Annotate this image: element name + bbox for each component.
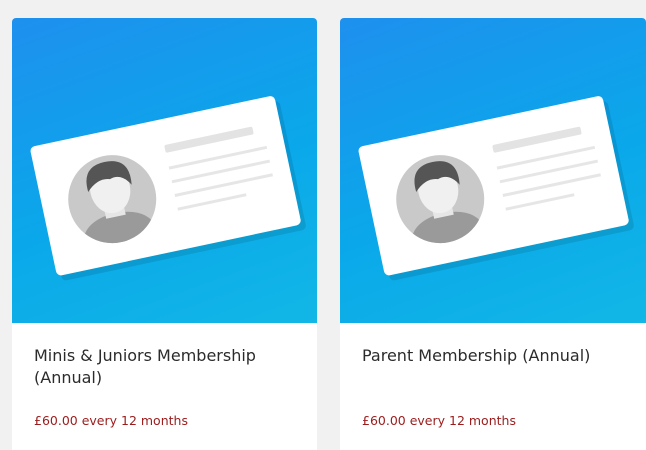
product-card-parent[interactable]: Parent Membership (Annual) £60.00 every … (340, 18, 646, 450)
membership-card-illustration (30, 96, 306, 281)
membership-card-illustration (358, 96, 634, 281)
product-image[interactable] (12, 18, 317, 323)
product-title[interactable]: Minis & Juniors Membership (Annual) (34, 345, 304, 389)
product-price: £60.00 every 12 months (362, 413, 516, 428)
product-title[interactable]: Parent Membership (Annual) (362, 345, 632, 367)
product-card-minis-juniors[interactable]: Minis & Juniors Membership (Annual) £60.… (12, 18, 317, 450)
product-price: £60.00 every 12 months (34, 413, 188, 428)
product-image[interactable] (340, 18, 646, 323)
